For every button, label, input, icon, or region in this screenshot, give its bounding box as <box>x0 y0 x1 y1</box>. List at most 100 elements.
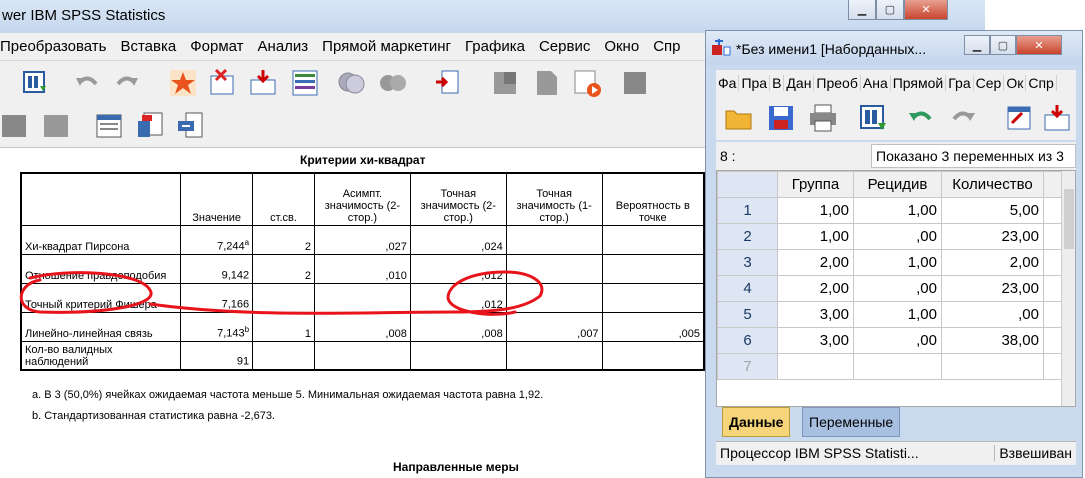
row-number[interactable]: 3 <box>717 249 778 276</box>
data-cell[interactable]: ,00 <box>853 327 942 354</box>
menu-window[interactable]: Ок <box>1004 75 1027 91</box>
goto-data-icon[interactable] <box>20 68 50 98</box>
insert-cases-icon[interactable] <box>248 68 278 98</box>
menu-insert[interactable]: Вставка <box>113 38 183 55</box>
tab-data-view[interactable]: Данные <box>722 407 791 437</box>
data-cell[interactable]: 23,00 <box>941 275 1044 302</box>
data-cell[interactable]: 1,00 <box>853 249 942 276</box>
goto-case-icon[interactable] <box>168 68 198 98</box>
minimize-icon[interactable]: ▁ <box>848 0 876 20</box>
undo-icon[interactable] <box>906 103 936 133</box>
table-title: Критерии хи-квадрат <box>300 153 426 167</box>
menu-analyze[interactable]: Анализ <box>251 38 316 55</box>
row-number[interactable]: 7 <box>717 353 778 380</box>
data-cell[interactable]: 2,00 <box>777 275 854 302</box>
cell-asymp <box>313 282 411 313</box>
row-number[interactable]: 5 <box>717 301 778 328</box>
menu-analyze[interactable]: Ана <box>861 75 891 91</box>
cell-asymp: ,008 <box>313 311 411 342</box>
var-header-group[interactable]: Группа <box>777 171 854 198</box>
variables-icon[interactable] <box>208 68 238 98</box>
menu-graphs[interactable]: Графика <box>458 38 532 55</box>
maximize-icon[interactable]: ▢ <box>876 0 904 20</box>
demote-icon[interactable] <box>42 111 72 141</box>
split-file-icon[interactable] <box>290 68 320 98</box>
menu-direct-marketing[interactable]: Прямой <box>891 75 947 91</box>
cell-reference: 8 : <box>720 148 736 164</box>
redo-icon[interactable] <box>112 68 142 98</box>
data-cell[interactable]: 1,00 <box>777 197 854 224</box>
recall-dialog-icon[interactable] <box>858 103 888 133</box>
undo-icon[interactable] <box>72 68 102 98</box>
close-icon[interactable]: ✕ <box>1016 35 1062 55</box>
document-icon[interactable] <box>532 68 562 98</box>
data-cell[interactable]: ,00 <box>853 275 942 302</box>
menu-help[interactable]: Спр <box>646 38 687 55</box>
tab-variable-view[interactable]: Переменные <box>802 407 901 437</box>
menu-transform[interactable]: Преоб <box>814 75 861 91</box>
designate-window-icon[interactable] <box>490 68 520 98</box>
data-cell[interactable] <box>941 353 1044 380</box>
menu-direct-marketing[interactable]: Прямой маркетинг <box>315 38 458 55</box>
value-labels-icon[interactable] <box>336 68 366 98</box>
close-icon[interactable]: ✕ <box>904 0 948 20</box>
cell-df <box>252 340 315 371</box>
cell-asymp: ,027 <box>313 224 411 255</box>
select-cases-icon[interactable] <box>432 68 462 98</box>
open-folder-icon[interactable] <box>724 103 754 133</box>
var-header-relapse[interactable]: Рецидив <box>853 171 942 198</box>
menu-window[interactable]: Окно <box>597 38 646 55</box>
cell-prob <box>601 253 705 284</box>
grey-box-icon[interactable] <box>620 68 650 98</box>
cell-df: 2 <box>252 253 315 284</box>
data-cell[interactable]: 1,00 <box>777 223 854 250</box>
vertical-scrollbar[interactable] <box>1061 171 1075 406</box>
menu-view[interactable]: В <box>770 75 785 91</box>
save-icon[interactable] <box>766 103 796 133</box>
menu-data[interactable]: Дан <box>784 75 815 91</box>
data-cell[interactable]: ,00 <box>853 223 942 250</box>
editor-menubar: Фа Пра В Дан Преоб Ана Прямой Гра Сер Ок… <box>716 70 1076 96</box>
menu-edit[interactable]: Пра <box>739 75 771 91</box>
data-cell[interactable]: 38,00 <box>941 327 1044 354</box>
row-number[interactable]: 6 <box>717 327 778 354</box>
minimize-icon[interactable]: ▁ <box>964 35 990 55</box>
menu-transform[interactable]: Преобразовать <box>0 38 113 55</box>
print-icon[interactable] <box>808 103 838 133</box>
menu-format[interactable]: Формат <box>183 38 250 55</box>
col-header-exact-sig-1: Точная значимость (1-стор.) <box>505 172 603 226</box>
menu-file[interactable]: Фа <box>716 75 740 91</box>
var-header-count[interactable]: Количество <box>941 171 1044 198</box>
directional-measures-title: Направленные меры <box>393 460 519 474</box>
use-sets-icon[interactable] <box>378 68 408 98</box>
menu-help[interactable]: Спр <box>1026 75 1057 91</box>
insert-output-icon[interactable] <box>176 111 206 141</box>
data-cell[interactable]: 3,00 <box>777 301 854 328</box>
data-cell[interactable]: 1,00 <box>853 301 942 328</box>
row-number[interactable]: 2 <box>717 223 778 250</box>
data-cell[interactable]: 3,00 <box>777 327 854 354</box>
data-cell[interactable]: 5,00 <box>941 197 1044 224</box>
menu-utilities[interactable]: Сервис <box>532 38 597 55</box>
data-cell[interactable]: 1,00 <box>853 197 942 224</box>
insert-cases-icon[interactable] <box>1042 103 1072 133</box>
row-number[interactable]: 1 <box>717 197 778 224</box>
promote-icon[interactable] <box>0 111 30 141</box>
menu-graphs[interactable]: Гра <box>946 75 974 91</box>
data-cell[interactable]: 2,00 <box>941 249 1044 276</box>
data-cell[interactable]: ,00 <box>941 301 1044 328</box>
data-cell[interactable]: 2,00 <box>777 249 854 276</box>
maximize-icon[interactable]: ▢ <box>990 35 1016 55</box>
hide-icon[interactable] <box>136 111 166 141</box>
row-number[interactable]: 4 <box>717 275 778 302</box>
cell-value: 7,244a <box>180 224 254 255</box>
redo-icon[interactable] <box>948 103 978 133</box>
goto-case-icon[interactable] <box>1004 103 1034 133</box>
show-icon[interactable] <box>94 111 124 141</box>
scrollbar-thumb[interactable] <box>1064 189 1074 249</box>
run-script-icon[interactable] <box>572 68 602 98</box>
data-cell[interactable] <box>777 353 854 380</box>
data-cell[interactable]: 23,00 <box>941 223 1044 250</box>
menu-utilities[interactable]: Сер <box>974 75 1005 91</box>
data-cell[interactable] <box>853 353 942 380</box>
